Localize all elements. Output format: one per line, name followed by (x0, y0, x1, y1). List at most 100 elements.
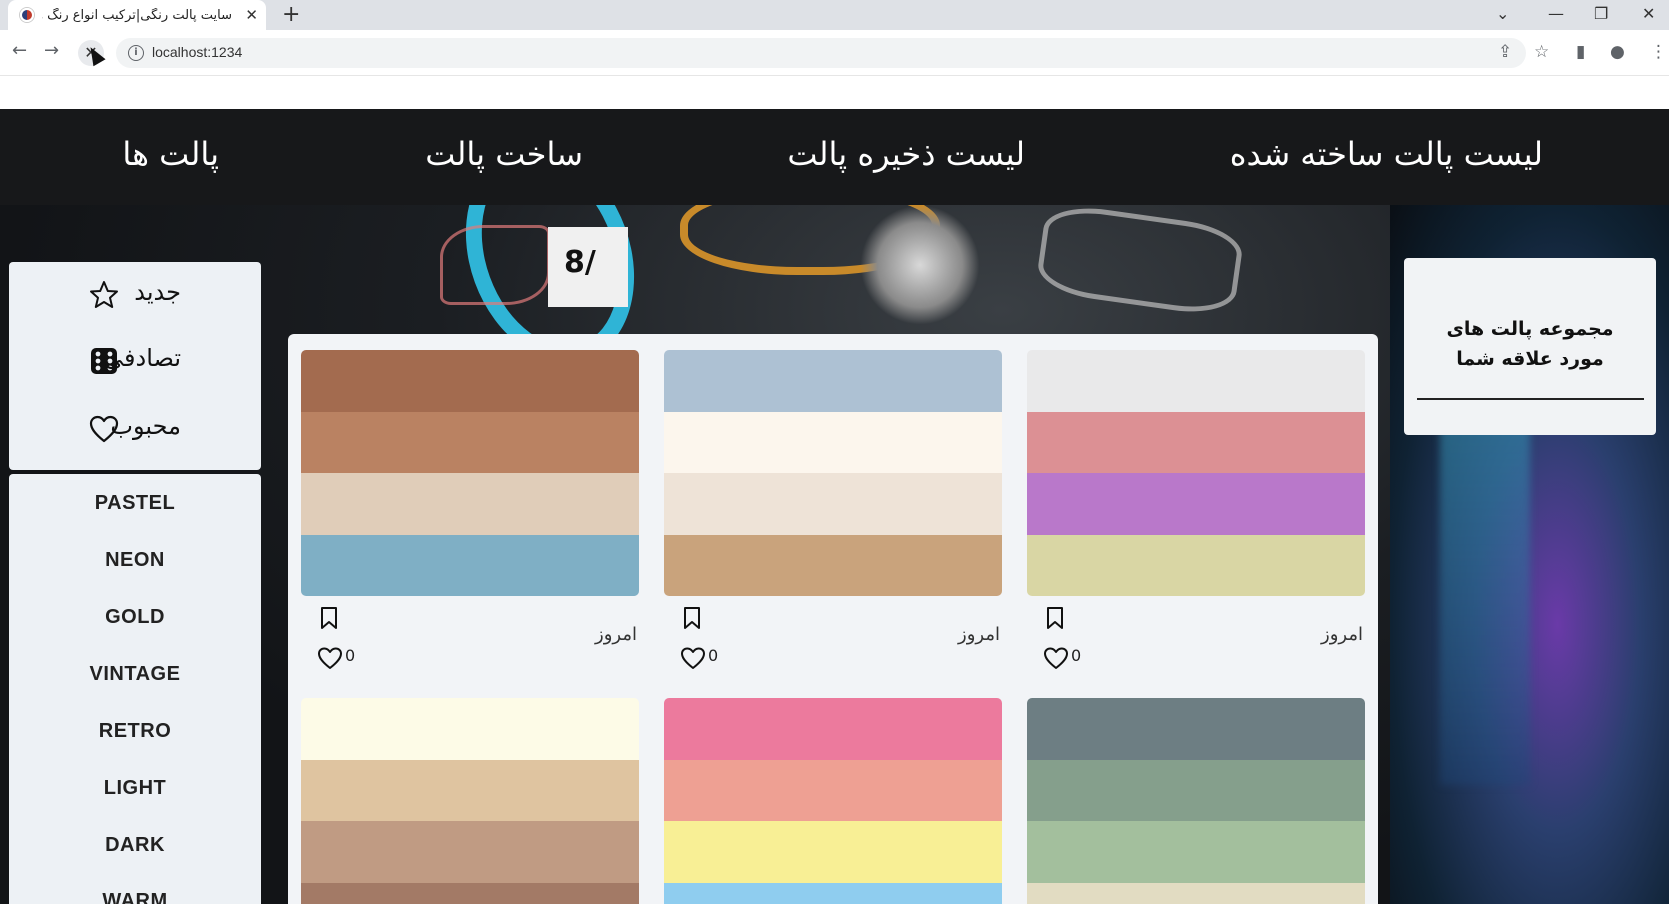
color-swatch[interactable] (1027, 350, 1365, 412)
profile-icon[interactable]: ● (1610, 42, 1625, 62)
color-swatch[interactable] (664, 698, 1002, 760)
nav-created-palettes[interactable]: لیست پالت ساخته شده (1230, 135, 1543, 173)
color-swatch[interactable] (664, 411, 1002, 473)
forward-icon[interactable]: → (44, 40, 59, 61)
color-swatch[interactable] (301, 882, 639, 904)
filter-popular[interactable]: محبوب (9, 400, 261, 460)
bookmark-star-icon[interactable]: ☆ (1534, 42, 1549, 62)
bookmark-icon[interactable] (1045, 606, 1065, 630)
star-icon (90, 281, 118, 308)
share-icon[interactable]: ⇪ (1498, 42, 1512, 62)
url-text: localhost:1234 (152, 44, 243, 60)
palette-card[interactable]: امروز 0 (1027, 350, 1365, 669)
palette-date: امروز (958, 624, 1000, 645)
graffiti-sticker: 8/ (548, 227, 628, 307)
color-swatch[interactable] (1027, 534, 1365, 596)
back-icon[interactable]: ← (12, 40, 27, 61)
like-count: 0 (708, 646, 719, 665)
graffiti-stroke (1034, 205, 1246, 319)
minimize-icon[interactable]: — (1548, 4, 1564, 23)
filter-random[interactable]: تصادفی (9, 332, 261, 392)
graffiti-face (860, 205, 980, 325)
category-item[interactable]: WARM (9, 890, 261, 904)
sort-filter-panel: جدید تصادفی محبوب (9, 262, 261, 470)
palette-date: امروز (595, 624, 637, 645)
color-swatch[interactable] (664, 821, 1002, 883)
like-count: 0 (1071, 646, 1082, 665)
site-info-icon[interactable]: i (128, 45, 144, 61)
bookmark-icon[interactable] (682, 606, 702, 630)
color-swatch[interactable] (1027, 882, 1365, 904)
browser-tab[interactable]: سایت پالت رنگی|ترکیب انواع رنگ ها ✕ (8, 0, 266, 30)
palette-card[interactable] (1027, 698, 1365, 904)
nav-palettes[interactable]: پالت ها (122, 135, 219, 173)
color-swatch[interactable] (664, 534, 1002, 596)
palette-card[interactable] (301, 698, 639, 904)
heart-icon (318, 647, 342, 669)
category-item[interactable]: RETRO (9, 720, 261, 743)
category-item[interactable]: NEON (9, 549, 261, 572)
color-swatch[interactable] (1027, 411, 1365, 473)
category-item[interactable]: PASTEL (9, 492, 261, 515)
color-swatch[interactable] (664, 759, 1002, 821)
palette-card[interactable]: امروز 0 (664, 350, 1002, 669)
heart-icon (1044, 647, 1068, 669)
category-item[interactable]: LIGHT (9, 777, 261, 800)
close-tab-icon[interactable]: ✕ (245, 6, 258, 24)
bookmark-icon[interactable] (319, 606, 339, 630)
color-swatch[interactable] (301, 411, 639, 473)
palette-swatches[interactable] (1027, 698, 1365, 904)
filter-new[interactable]: جدید (9, 266, 261, 326)
restore-icon[interactable]: ❐ (1594, 4, 1608, 23)
palette-swatches[interactable] (664, 350, 1002, 596)
color-swatch[interactable] (664, 473, 1002, 535)
palette-card[interactable]: امروز 0 (301, 350, 639, 669)
color-swatch[interactable] (1027, 698, 1365, 760)
category-item[interactable]: VINTAGE (9, 663, 261, 686)
close-window-icon[interactable]: ✕ (1642, 4, 1655, 23)
color-swatch[interactable] (664, 350, 1002, 412)
tab-title: سایت پالت رنگی|ترکیب انواع رنگ ها (42, 7, 232, 23)
like-count: 0 (345, 646, 356, 665)
color-swatch[interactable] (301, 698, 639, 760)
color-swatch[interactable] (301, 534, 639, 596)
tab-search-icon[interactable]: ⌄ (1496, 4, 1509, 23)
filter-random-label: تصادفی (104, 344, 181, 372)
color-swatch[interactable] (301, 473, 639, 535)
heart-icon (681, 647, 705, 669)
color-swatch[interactable] (1027, 473, 1365, 535)
palette-swatches[interactable] (301, 350, 639, 596)
color-swatch[interactable] (1027, 759, 1365, 821)
color-swatch[interactable] (301, 821, 639, 883)
palette-swatches[interactable] (1027, 350, 1365, 596)
new-tab-button[interactable]: + (282, 2, 300, 27)
browser-tab-strip: سایت پالت رنگی|ترکیب انواع رنگ ها ✕ + ⌄ … (0, 0, 1669, 30)
url-field[interactable]: i localhost:1234 (116, 38, 1526, 68)
palette-swatches[interactable] (301, 698, 639, 904)
category-item[interactable]: GOLD (9, 606, 261, 629)
side-panel-icon[interactable]: ▮ (1576, 42, 1585, 62)
menu-icon[interactable]: ⋮ (1650, 42, 1667, 62)
divider (1417, 398, 1644, 400)
nav-saved-palettes[interactable]: لیست ذخیره پالت (787, 135, 1025, 173)
favorites-title: مجموعه پالت های مورد علاقه شما (1446, 318, 1614, 370)
address-bar-row: ← → ✕ i localhost:1234 ⇪ ☆ ▮ ● ⋮ (0, 30, 1669, 76)
palette-date: امروز (1321, 624, 1363, 645)
favorites-panel: مجموعه پالت های مورد علاقه شما (1404, 258, 1656, 435)
palette-card[interactable] (664, 698, 1002, 904)
palette-grid: امروز 0 امروز 0 امروز 0 (288, 334, 1378, 904)
like-button[interactable]: 0 (680, 646, 720, 670)
like-button[interactable]: 0 (1043, 646, 1083, 670)
color-swatch[interactable] (1027, 821, 1365, 883)
nav-create-palette[interactable]: ساخت پالت (425, 135, 583, 173)
palette-swatches[interactable] (664, 698, 1002, 904)
filter-popular-label: محبوب (110, 412, 181, 440)
site-navbar: لیست پالت ساخته شده لیست ذخیره پالت ساخت… (0, 109, 1669, 205)
category-item[interactable]: DARK (9, 834, 261, 857)
color-swatch[interactable] (301, 350, 639, 412)
color-swatch[interactable] (301, 759, 639, 821)
like-button[interactable]: 0 (317, 646, 357, 670)
graffiti-stroke (440, 225, 550, 305)
color-swatch[interactable] (664, 882, 1002, 904)
filter-new-label: جدید (134, 278, 181, 306)
